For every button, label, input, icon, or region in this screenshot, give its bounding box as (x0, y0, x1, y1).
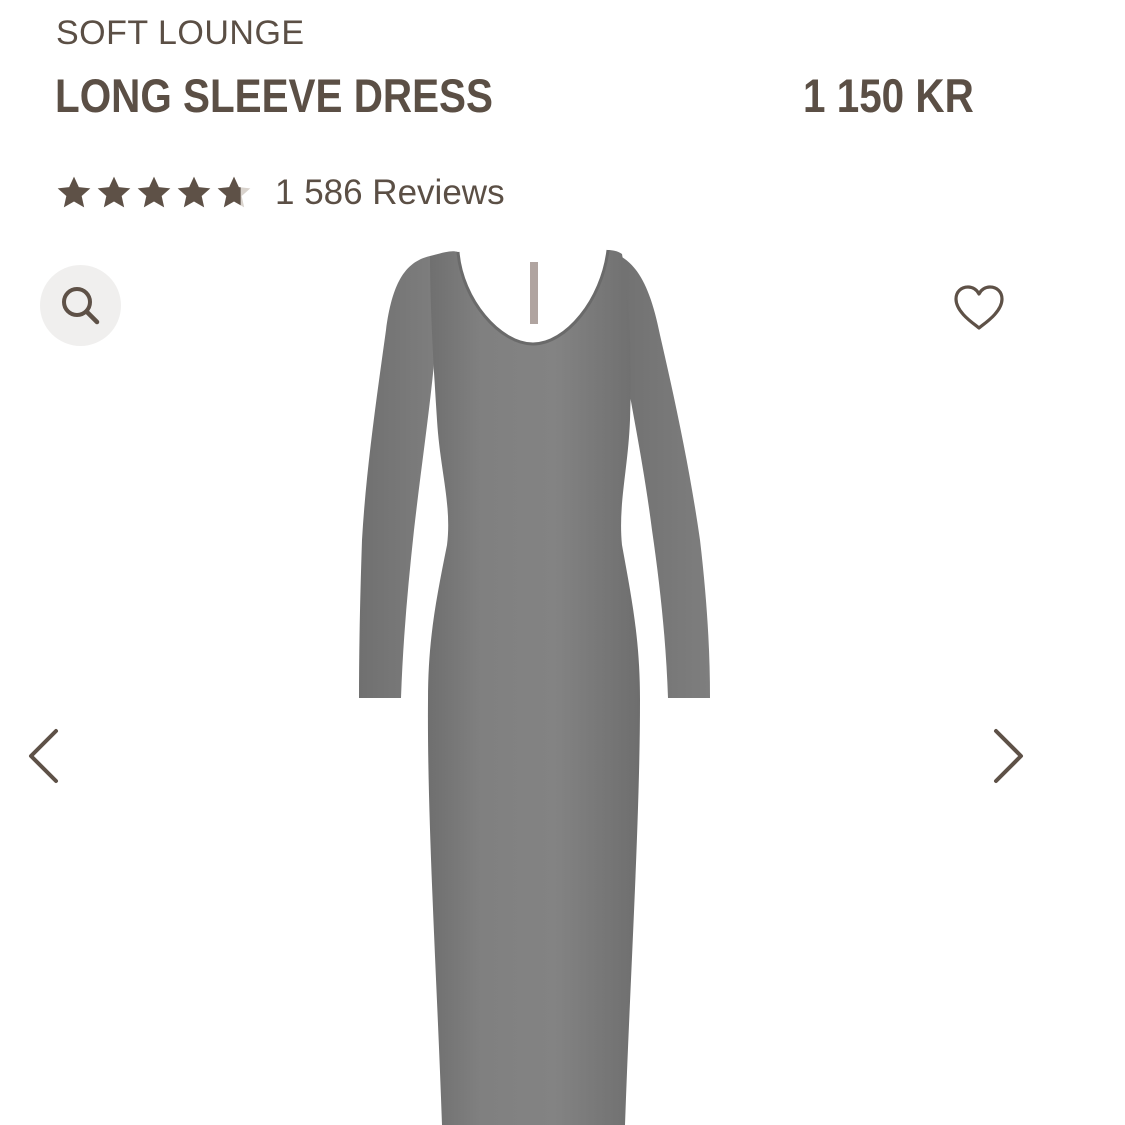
search-icon (61, 286, 99, 324)
star-icon (97, 176, 131, 208)
dress-left-sleeve (359, 256, 436, 698)
wishlist-button[interactable] (950, 282, 1008, 334)
rating-summary[interactable]: 1 586 Reviews (54, 170, 505, 216)
dress-label (530, 262, 538, 324)
star-icon (137, 176, 171, 208)
star-rating (54, 173, 254, 213)
star-icon (57, 176, 91, 208)
review-count-link[interactable]: 1 586 Reviews (275, 173, 505, 213)
product-image (359, 249, 710, 1125)
zoom-button[interactable] (40, 265, 121, 346)
collection-name: SOFT LOUNGE (56, 14, 305, 52)
star-half-icon (217, 176, 251, 208)
next-image-button[interactable] (986, 725, 1030, 787)
chevron-right-icon (994, 729, 1023, 783)
chevron-left-icon (29, 729, 58, 783)
dress-body (427, 250, 640, 1125)
previous-image-button[interactable] (22, 725, 66, 787)
heart-icon (954, 285, 1004, 330)
product-price: 1 150 KR (803, 69, 974, 122)
product-title: LONG SLEEVE DRESS (55, 69, 493, 122)
star-icon (177, 176, 211, 208)
